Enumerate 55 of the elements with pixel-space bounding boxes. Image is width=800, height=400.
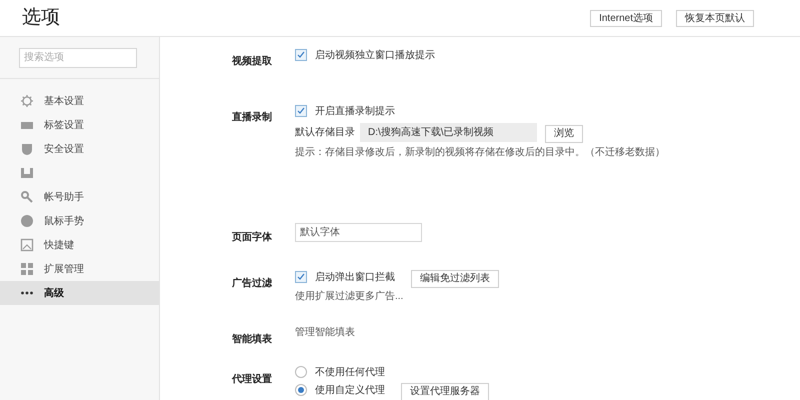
sidebar-label: 扩展管理 <box>44 262 84 276</box>
sidebar-item[interactable]: 快捷键 <box>0 233 159 257</box>
checkbox-label: 开启直播录制提示 <box>315 104 395 118</box>
sidebar-item[interactable]: 扩展管理 <box>0 257 159 281</box>
gear-icon <box>20 94 34 108</box>
magnifier-icon <box>20 190 34 204</box>
header-button[interactable]: Internet选项 <box>590 10 662 26</box>
font-select[interactable]: 默认字体 <box>295 222 422 242</box>
header-button[interactable]: 恢复本页默认 <box>676 10 754 26</box>
hint-text: 管理智能填表 <box>295 326 355 340</box>
checkmark-icon <box>297 51 305 59</box>
section-label: 智能填表 <box>232 334 272 345</box>
checkbox-label: 启动视频独立窗口播放提示 <box>315 48 435 62</box>
search-field[interactable]: 搜索选项 <box>19 48 137 68</box>
checkmark-icon <box>297 273 305 281</box>
sidebar-item[interactable]: 安全设置 <box>0 137 159 161</box>
radio-button[interactable] <box>295 366 307 378</box>
sidebar-item[interactable]: 帐号助手 <box>0 185 159 209</box>
sidebar-item[interactable]: 高级 <box>0 281 159 305</box>
hint-text: 使用扩展过滤更多广告... <box>295 290 404 304</box>
sidebar-label: 高级 <box>44 286 64 300</box>
image-icon <box>20 238 34 252</box>
section-label: 广告过滤 <box>232 278 272 289</box>
option-button[interactable]: 浏览 <box>545 124 583 142</box>
sidebar-label: 基本设置 <box>44 94 84 108</box>
field-label: 默认存储目录 <box>295 126 356 140</box>
checkbox[interactable] <box>295 271 307 283</box>
window-title: 选项 <box>22 6 60 30</box>
sidebar-label: 安全设置 <box>44 142 84 156</box>
section-label: 直播录制 <box>232 112 272 123</box>
hint-text: 提示：存储目录修改后，新录制的视频将存储在修改后的目录中。（不迁移老数据） <box>295 146 665 160</box>
checkmark-icon <box>297 107 305 115</box>
section-label: 视频提取 <box>232 56 272 67</box>
tray-icon <box>20 166 34 180</box>
option-button[interactable]: 设置代理服务器 <box>401 382 489 400</box>
sidebar-label: 标签设置 <box>44 118 84 132</box>
sidebar-label: 快捷键 <box>44 238 74 252</box>
option-button[interactable]: 编辑免过滤列表 <box>411 270 499 288</box>
checkbox[interactable] <box>295 49 307 61</box>
sidebar-item[interactable]: 基本设置 <box>0 89 159 113</box>
sidebar-item[interactable]: 鼠标手势 <box>0 209 159 233</box>
shield-icon <box>20 142 34 156</box>
checkbox-label: 启动弹出窗口拦截 <box>315 270 395 284</box>
path-field[interactable]: D:\搜狗高速下载\已录制视频 <box>360 122 537 142</box>
radio-label: 不使用任何代理 <box>315 366 385 380</box>
radio-button[interactable] <box>295 384 307 396</box>
section-label: 页面字体 <box>232 232 272 243</box>
sidebar-label: 鼠标手势 <box>44 214 84 228</box>
grid-icon <box>20 262 34 276</box>
badge-icon <box>20 214 34 228</box>
radio-label: 使用自定义代理 <box>315 384 385 398</box>
checkbox[interactable] <box>295 105 307 117</box>
sidebar-label: 帐号助手 <box>44 190 84 204</box>
sidebar-item[interactable]: 标签设置 <box>0 113 159 137</box>
section-label: 代理设置 <box>232 374 272 385</box>
